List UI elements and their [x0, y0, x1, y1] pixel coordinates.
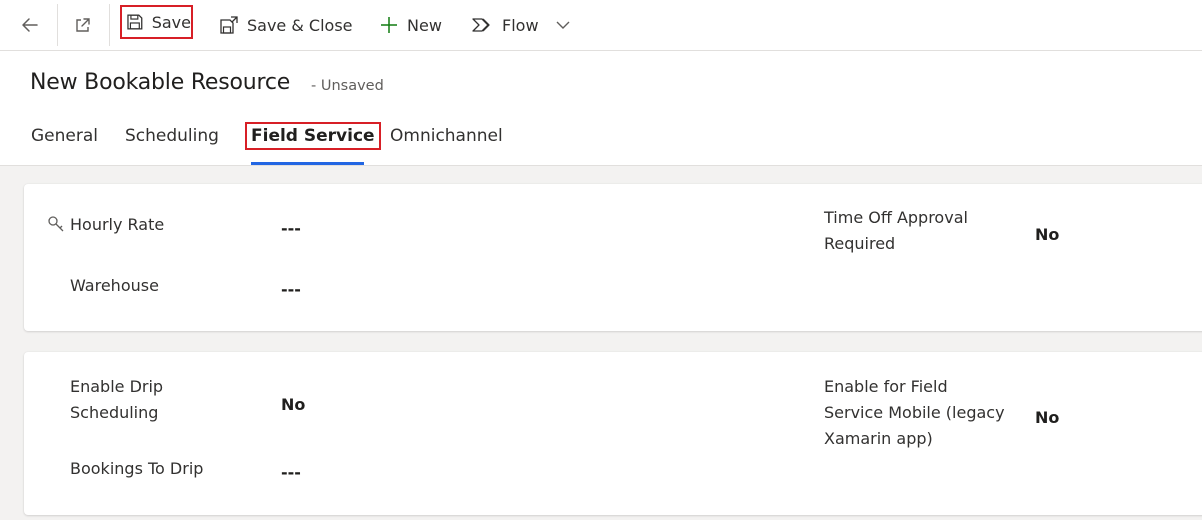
new-button[interactable]: New: [379, 0, 442, 50]
enable-field-service-mobile-label: Enable for Field Service Mobile (legacy …: [824, 374, 1005, 452]
section-resource-details: Hourly Rate --- Warehouse --- Time Off A…: [24, 184, 1202, 331]
open-in-new-window-icon: [76, 18, 90, 32]
back-button[interactable]: [5, 0, 55, 50]
flow-label: Flow: [502, 15, 539, 35]
save-status: - Unsaved: [311, 78, 384, 94]
warehouse-value[interactable]: ---: [281, 280, 301, 299]
flow-button[interactable]: Flow: [472, 0, 539, 50]
lock-key-icon: [48, 216, 64, 232]
tab-general[interactable]: General: [31, 126, 98, 146]
new-label: New: [407, 15, 442, 35]
open-in-new-window-button[interactable]: [58, 0, 108, 50]
arrow-left-icon: [22, 18, 38, 32]
chevron-down-icon: [556, 21, 570, 29]
divider: [109, 4, 110, 46]
bookings-to-drip-label: Bookings To Drip: [70, 459, 204, 478]
enable-drip-scheduling-label-line1: Enable Drip: [70, 377, 164, 396]
save-and-close-label: Save & Close: [247, 15, 353, 35]
page-title: New Bookable Resource: [30, 70, 291, 95]
time-off-approval-label-line2: Required: [824, 234, 896, 253]
enable-drip-scheduling-label: Enable Drip Scheduling: [70, 374, 163, 426]
enable-field-service-mobile-label-line3: Xamarin app): [824, 429, 933, 448]
section-scheduling-options: Enable Drip Scheduling No Bookings To Dr…: [24, 352, 1202, 515]
save-and-close-button[interactable]: Save & Close: [219, 0, 353, 50]
hourly-rate-value[interactable]: ---: [281, 219, 301, 238]
enable-field-service-mobile-value[interactable]: No: [1035, 408, 1059, 427]
time-off-approval-label: Time Off Approval Required: [824, 205, 968, 257]
bookings-to-drip-value[interactable]: ---: [281, 463, 301, 482]
save-button[interactable]: Save: [120, 5, 193, 39]
enable-field-service-mobile-label-line2: Service Mobile (legacy: [824, 403, 1005, 422]
command-bar: Save Save & Close New Flow: [0, 0, 1202, 51]
save-and-close-icon: [220, 16, 238, 34]
enable-drip-scheduling-value[interactable]: No: [281, 395, 305, 414]
plus-icon: [381, 17, 397, 33]
time-off-approval-value[interactable]: No: [1035, 225, 1059, 244]
warehouse-label: Warehouse: [70, 276, 159, 295]
flow-icon: [472, 18, 490, 32]
flow-dropdown-button[interactable]: [555, 0, 571, 50]
time-off-approval-label-line1: Time Off Approval: [824, 208, 968, 227]
save-icon: [127, 14, 143, 30]
active-tab-indicator: [251, 162, 364, 165]
tab-omnichannel[interactable]: Omnichannel: [390, 126, 503, 146]
enable-drip-scheduling-label-line2: Scheduling: [70, 403, 159, 422]
tab-scheduling[interactable]: Scheduling: [125, 126, 219, 146]
enable-field-service-mobile-label-line1: Enable for Field: [824, 377, 948, 396]
tab-field-service[interactable]: Field Service: [245, 122, 381, 150]
form-header: New Bookable Resource - Unsaved General …: [0, 51, 1202, 166]
save-label: Save: [151, 12, 191, 32]
hourly-rate-label: Hourly Rate: [70, 215, 165, 234]
